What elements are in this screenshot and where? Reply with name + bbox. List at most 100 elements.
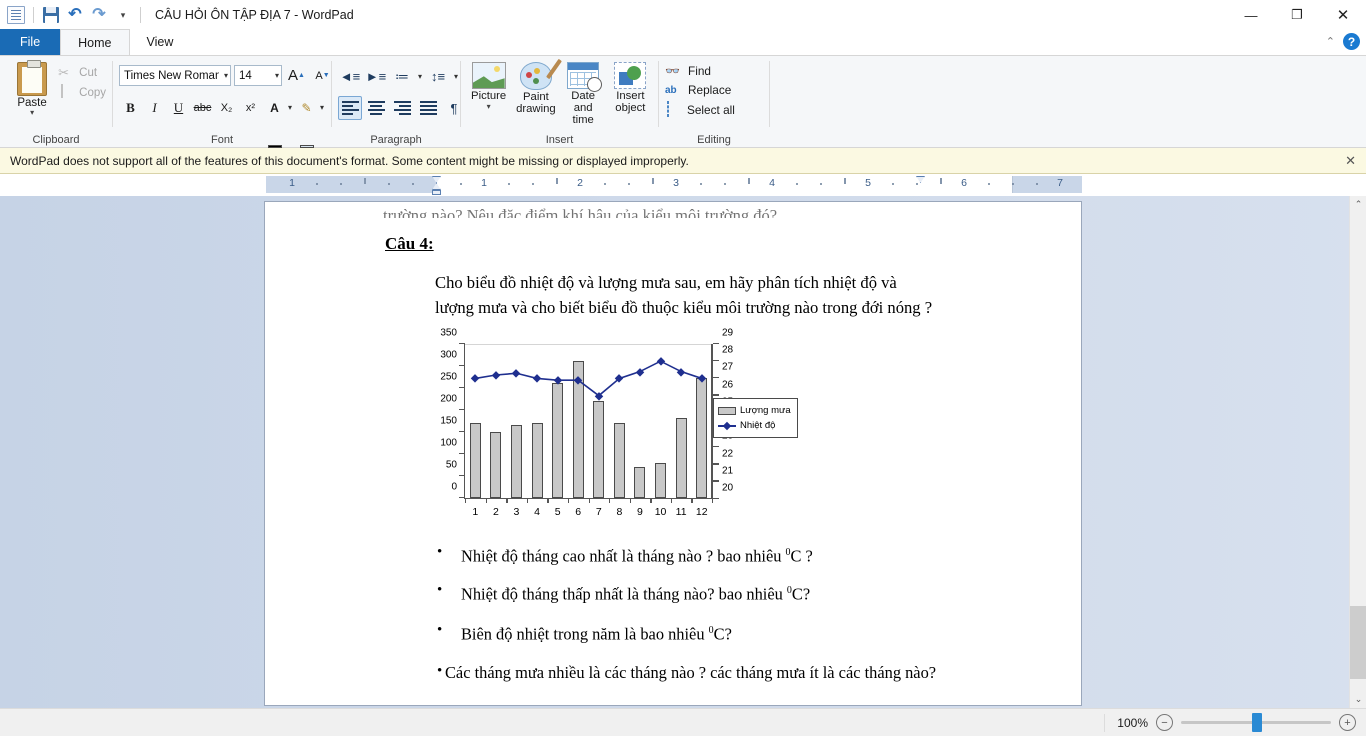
format-warning-message: WordPad does not support all of the feat… (10, 153, 689, 168)
find-button[interactable]: 👓 Find (665, 64, 735, 78)
highlight-button[interactable]: ✎ ▾ (295, 96, 326, 148)
font-family-combo[interactable]: Times New Roman ▾ (119, 65, 231, 86)
insert-picture-button[interactable]: Picture ▾ (467, 62, 510, 111)
insert-object-button[interactable]: Insert object (609, 62, 652, 114)
zoom-out-button[interactable]: − (1156, 714, 1173, 731)
paint-drawing-button[interactable]: Paint drawing (514, 58, 562, 115)
document-canvas[interactable]: trường nào?.Nêu đặc điểm khí hậu của kiể… (0, 196, 1366, 708)
tab-view[interactable]: View (130, 29, 191, 55)
bullet-text-1a: Nhiệt độ tháng cao nhất là tháng nào ? b… (461, 546, 786, 566)
document-page[interactable]: trường nào?.Nêu đặc điểm khí hậu của kiể… (264, 201, 1082, 706)
zoom-slider[interactable] (1181, 713, 1331, 732)
increase-indent-icon[interactable]: ►≡ (364, 64, 388, 88)
ribbon: Paste ▾ ✂ Cut Copy Clipboard Times New R… (0, 56, 1366, 148)
chevron-up-icon[interactable]: ⌃ (1326, 35, 1335, 48)
redo-icon[interactable]: ↷ (88, 4, 110, 26)
save-icon[interactable] (40, 4, 62, 26)
y2-tick-21: 21 (722, 465, 734, 477)
align-center-button[interactable] (364, 96, 388, 120)
ribbon-right-controls: ⌃ ? (1326, 33, 1360, 50)
insert-object-label: Insert object (615, 90, 646, 114)
y2-tick-28: 28 (722, 344, 734, 356)
y-tick-0: 0 (451, 481, 457, 493)
bullets-icon[interactable]: ≔ (390, 64, 414, 88)
chevron-down-icon: ▾ (223, 71, 228, 80)
qat-divider-2 (140, 7, 141, 23)
undo-icon[interactable]: ↶ (64, 4, 86, 26)
font-group-label: Font (210, 134, 233, 146)
ruler-inner: 1 1 2 3 4 5 6 7 (266, 176, 1082, 195)
text-color-caret-icon[interactable]: ▾ (286, 103, 294, 112)
paste-button[interactable]: Paste ▾ (6, 60, 58, 117)
bullets-caret-icon[interactable]: ▾ (416, 72, 424, 81)
align-left-button[interactable] (338, 96, 362, 120)
question-bullet-list: • Nhiệt độ tháng cao nhất là tháng nào ?… (427, 542, 987, 698)
left-indent-marker[interactable] (432, 190, 441, 195)
legend-label-rainfall: Lượng mưa (740, 405, 791, 416)
ruler[interactable]: 1 1 2 3 4 5 6 7 (0, 174, 1366, 196)
font-size-combo[interactable]: 14 ▾ (234, 65, 282, 86)
underline-button[interactable]: U (167, 96, 190, 119)
grow-font-button[interactable]: A ▲ (285, 64, 308, 87)
ribbon-group-font: Times New Roman ▾ 14 ▾ A ▲ A ▼ B I U abc… (113, 56, 331, 148)
replace-label: Replace (688, 83, 732, 97)
customize-qat-icon[interactable]: ▾ (112, 4, 134, 26)
pilcrow-icon: ¶ (450, 100, 458, 116)
highlight-caret-icon[interactable]: ▾ (318, 103, 326, 112)
strikethrough-button[interactable]: abc (191, 96, 214, 119)
wordpad-window: ↶ ↷ ▾ CÂU HỎI ÔN TẬP ĐỊA 7 - WordPad — ❐… (0, 0, 1366, 736)
insert-picture-caret-icon[interactable]: ▾ (487, 103, 491, 111)
scroll-up-icon[interactable]: ⌃ (1350, 196, 1366, 213)
window-controls: — ❐ ✕ (1228, 0, 1366, 30)
bullet-dot-icon: • (437, 544, 443, 560)
help-icon[interactable]: ? (1343, 33, 1360, 50)
scrollbar-thumb[interactable] (1350, 606, 1366, 679)
superscript-button[interactable]: x² (239, 96, 262, 119)
x-label-10: 10 (654, 506, 667, 518)
close-button[interactable]: ✕ (1320, 0, 1366, 30)
x-label-3: 3 (513, 506, 520, 518)
title-bar: ↶ ↷ ▾ CÂU HỎI ÔN TẬP ĐỊA 7 - WordPad — ❐… (0, 0, 1366, 30)
copy-button[interactable]: Copy (58, 84, 106, 101)
page-heading-text: Câu 4 (385, 234, 428, 253)
temperature-line (475, 360, 702, 397)
select-all-button[interactable]: Select all (665, 101, 735, 118)
justify-button[interactable] (416, 96, 440, 120)
shrink-font-button[interactable]: A ▼ (311, 64, 334, 87)
grow-font-label: A (288, 67, 299, 84)
y2-tick-26: 26 (722, 379, 734, 391)
close-icon[interactable]: ✕ (1345, 153, 1356, 169)
date-and-time-button[interactable]: Date and time (562, 62, 605, 126)
minimize-button[interactable]: — (1228, 0, 1274, 30)
document-icon[interactable] (5, 4, 27, 26)
line-spacing-caret-icon[interactable]: ▾ (452, 72, 460, 81)
subscript-button[interactable]: X₂ (215, 96, 238, 119)
font-family-value: Times New Roman (124, 69, 219, 82)
paste-caret-icon[interactable]: ▾ (30, 109, 34, 117)
italic-button[interactable]: I (143, 96, 166, 119)
text-color-button[interactable]: A ▾ (263, 96, 294, 148)
copy-icon (58, 84, 74, 101)
zoom-in-button[interactable]: + (1339, 714, 1356, 731)
line-spacing-icon[interactable]: ↕≡ (426, 64, 450, 88)
select-all-icon (665, 101, 681, 118)
insert-group-label: Insert (545, 134, 574, 146)
replace-button[interactable]: ab Replace (665, 83, 735, 97)
align-right-button[interactable] (390, 96, 414, 120)
tab-home[interactable]: Home (60, 29, 130, 55)
decrease-indent-icon[interactable]: ◄≡ (338, 64, 362, 88)
maximize-button[interactable]: ❐ (1274, 0, 1320, 30)
zoom-slider-thumb[interactable] (1252, 713, 1262, 732)
bold-button[interactable]: B (119, 96, 142, 119)
clipboard-group-label: Clipboard (32, 134, 80, 146)
cut-button[interactable]: ✂ Cut (58, 65, 106, 81)
tab-file[interactable]: File (0, 29, 61, 55)
y2-tick-20: 20 (722, 482, 734, 494)
y-tick-50: 50 (445, 459, 457, 471)
replace-icon: ab (665, 84, 677, 96)
x-label-9: 9 (637, 506, 643, 518)
vertical-scrollbar[interactable]: ⌃ ⌄ (1349, 196, 1366, 708)
list-item: • Nhiệt độ tháng cao nhất là tháng nào ?… (427, 542, 987, 567)
text-color-label: A (270, 100, 279, 115)
scroll-down-icon[interactable]: ⌄ (1350, 691, 1366, 708)
